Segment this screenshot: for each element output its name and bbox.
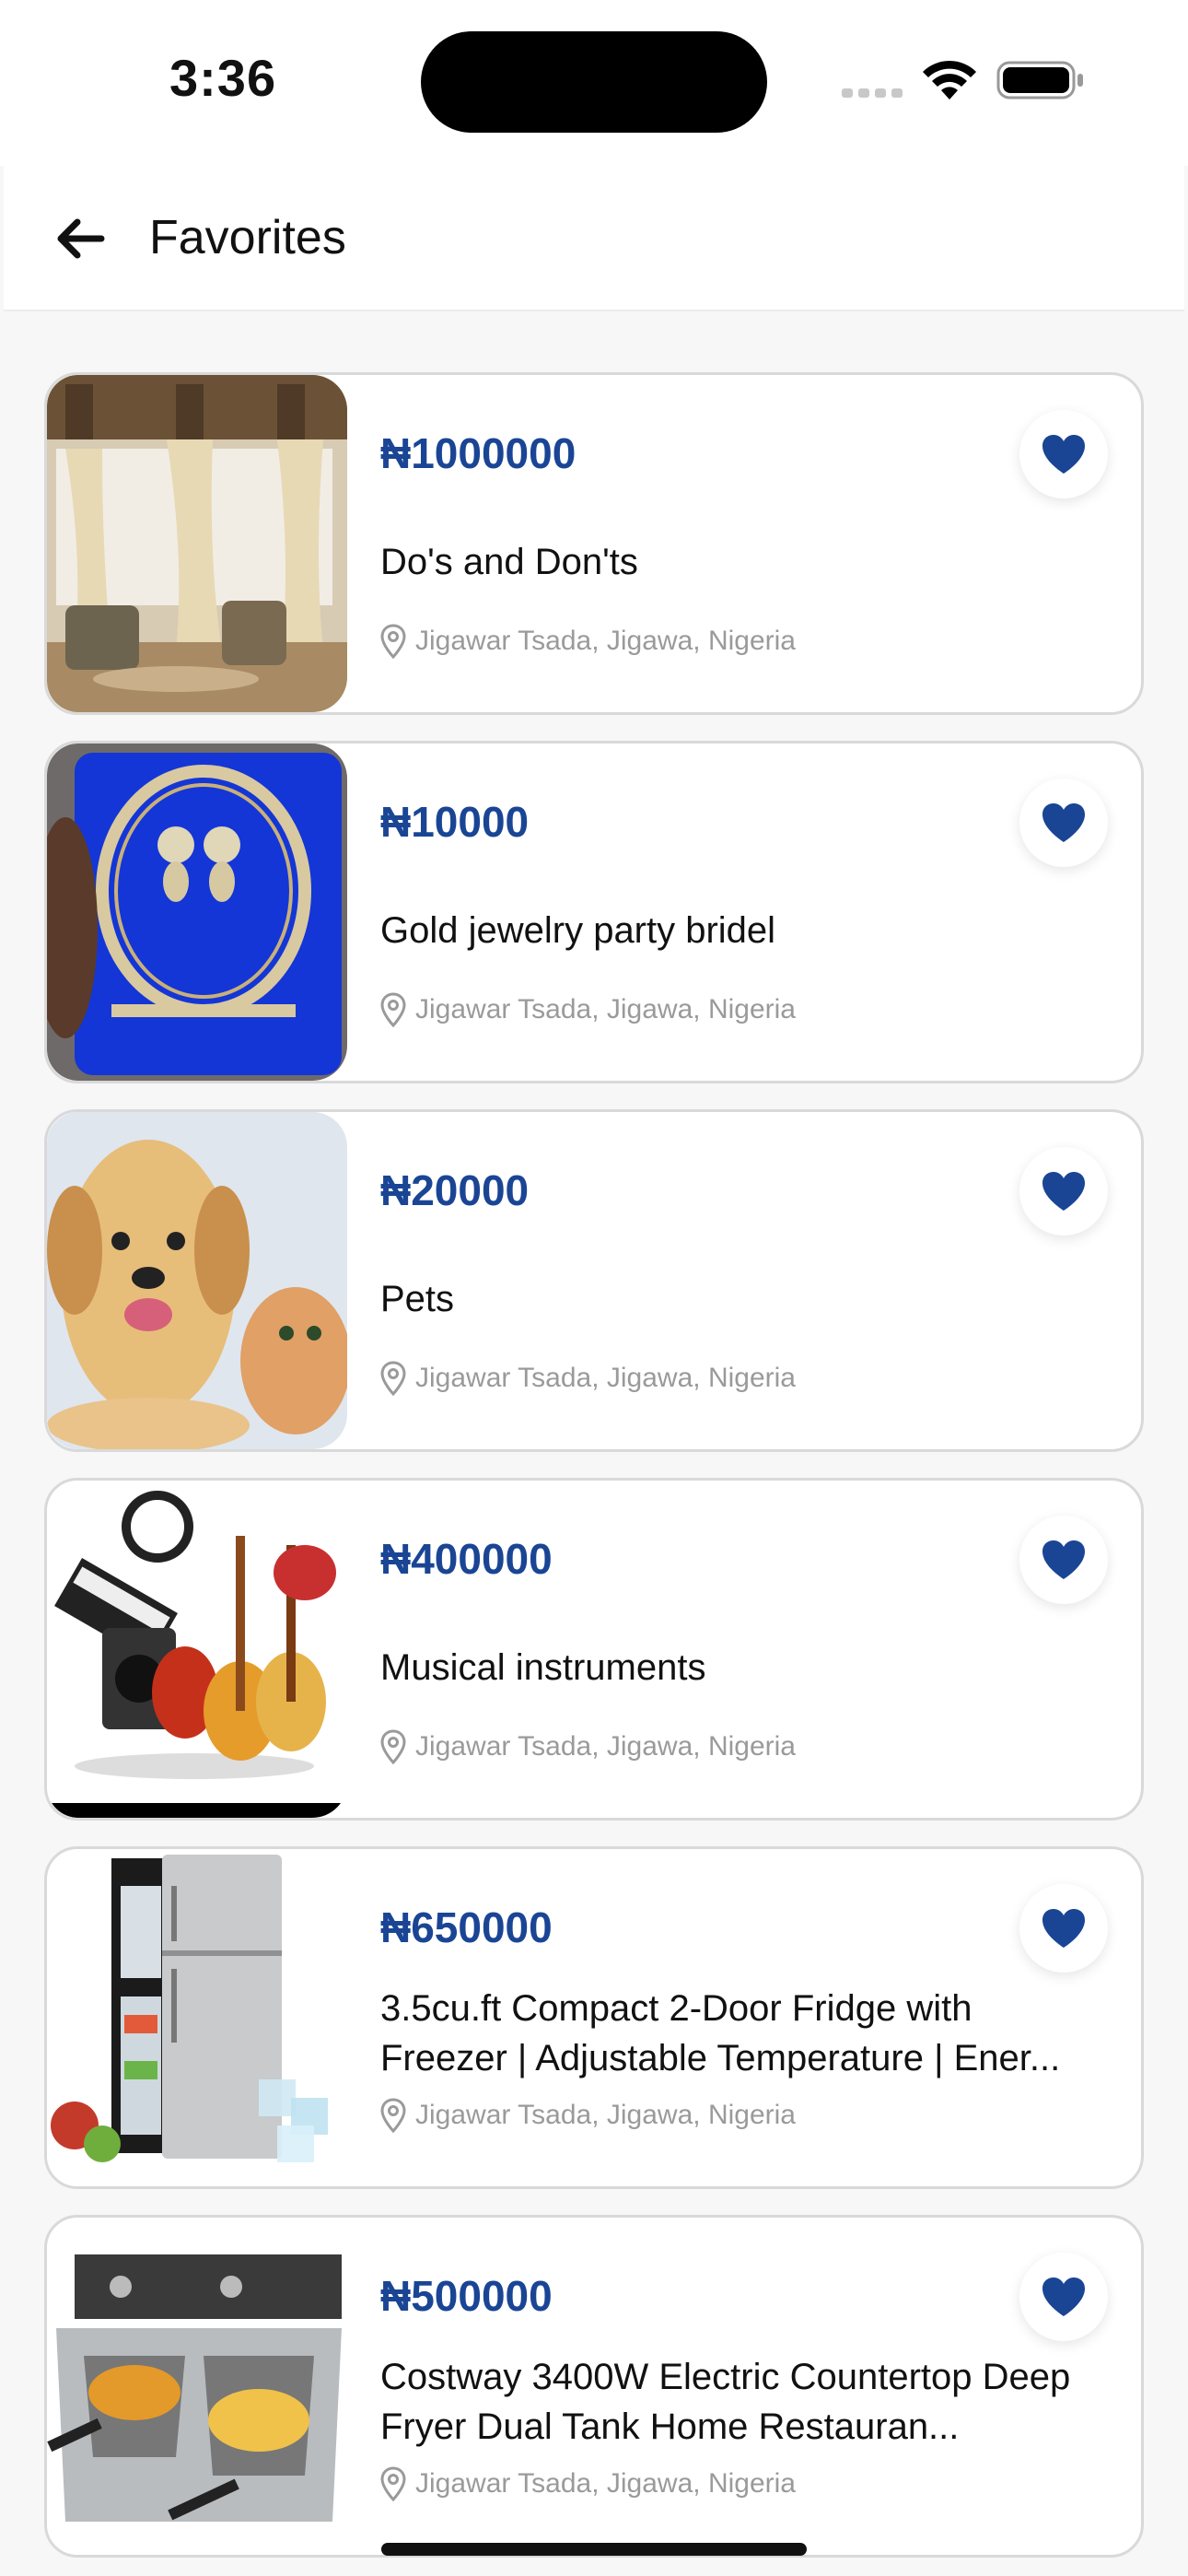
item-title: 3.5cu.ft Compact 2-Door Fridge with Free… bbox=[380, 1988, 1061, 2078]
favorite-toggle-button[interactable] bbox=[1019, 1147, 1108, 1235]
location-text: Jigawar Tsada, Jigawa, Nigeria bbox=[415, 994, 796, 1025]
favorite-toggle-button[interactable] bbox=[1019, 2253, 1108, 2341]
location-pin-icon bbox=[380, 992, 406, 1027]
product-image[interactable] bbox=[47, 375, 347, 712]
product-image[interactable] bbox=[47, 1112, 347, 1449]
favorite-card[interactable]: ₦650000 3.5cu.ft Compact 2-Door Fridge w… bbox=[44, 1846, 1144, 2189]
location-text: Jigawar Tsada, Jigawa, Nigeria bbox=[415, 1363, 796, 1393]
location-pin-icon bbox=[380, 2098, 406, 2133]
item-location: Jigawar Tsada, Jigawa, Nigeria bbox=[380, 2466, 796, 2501]
item-location: Jigawar Tsada, Jigawa, Nigeria bbox=[380, 992, 796, 1027]
item-location: Jigawar Tsada, Jigawa, Nigeria bbox=[380, 2098, 796, 2133]
product-image[interactable] bbox=[47, 1481, 347, 1818]
product-image[interactable] bbox=[47, 2218, 347, 2555]
status-bar: 3:36 bbox=[0, 0, 1188, 166]
page-title: Favorites bbox=[149, 211, 346, 264]
item-price: ₦1000000 bbox=[380, 429, 577, 477]
location-text: Jigawar Tsada, Jigawa, Nigeria bbox=[415, 626, 796, 656]
item-title: Costway 3400W Electric Countertop Deep F… bbox=[380, 2357, 1071, 2447]
location-text: Jigawar Tsada, Jigawa, Nigeria bbox=[415, 1731, 796, 1762]
item-title: Pets bbox=[380, 1279, 455, 1319]
item-location: Jigawar Tsada, Jigawa, Nigeria bbox=[380, 1729, 796, 1764]
home-indicator[interactable] bbox=[381, 2543, 807, 2556]
item-price: ₦500000 bbox=[380, 2272, 553, 2320]
location-pin-icon bbox=[380, 1729, 406, 1764]
favorite-card[interactable]: ₦10000 Gold jewelry party bridel Jigawar… bbox=[44, 741, 1144, 1083]
heart-filled-icon bbox=[1042, 2277, 1085, 2316]
favorite-card[interactable]: ₦20000 Pets Jigawar Tsada, Jigawa, Niger… bbox=[44, 1109, 1144, 1452]
favorite-toggle-button[interactable] bbox=[1019, 779, 1108, 867]
back-button[interactable] bbox=[48, 206, 112, 271]
battery-icon bbox=[996, 61, 1083, 100]
item-title: Gold jewelry party bridel bbox=[380, 910, 776, 951]
location-pin-icon bbox=[380, 1361, 406, 1396]
heart-filled-icon bbox=[1042, 435, 1085, 474]
item-price: ₦650000 bbox=[380, 1903, 553, 1951]
heart-filled-icon bbox=[1042, 1540, 1085, 1579]
location-text: Jigawar Tsada, Jigawa, Nigeria bbox=[415, 2100, 796, 2130]
favorite-toggle-button[interactable] bbox=[1019, 410, 1108, 498]
item-location: Jigawar Tsada, Jigawa, Nigeria bbox=[380, 1361, 796, 1396]
item-title: Do's and Don'ts bbox=[380, 542, 638, 582]
wifi-icon bbox=[923, 60, 976, 100]
favorite-toggle-button[interactable] bbox=[1019, 1516, 1108, 1604]
item-price: ₦20000 bbox=[380, 1166, 530, 1214]
favorite-toggle-button[interactable] bbox=[1019, 1884, 1108, 1973]
location-pin-icon bbox=[380, 2466, 406, 2501]
heart-filled-icon bbox=[1042, 803, 1085, 842]
heart-filled-icon bbox=[1042, 1909, 1085, 1948]
location-pin-icon bbox=[380, 624, 406, 659]
favorite-card[interactable]: ₦500000 Costway 3400W Electric Counterto… bbox=[44, 2215, 1144, 2558]
item-location: Jigawar Tsada, Jigawa, Nigeria bbox=[380, 624, 796, 659]
status-time: 3:36 bbox=[169, 49, 277, 107]
dynamic-island bbox=[421, 31, 767, 133]
item-title: Musical instruments bbox=[380, 1647, 706, 1688]
heart-filled-icon bbox=[1042, 1172, 1085, 1211]
favorite-card[interactable]: ₦400000 Musical instruments Jigawar Tsad… bbox=[44, 1478, 1144, 1821]
product-image[interactable] bbox=[47, 1849, 347, 2186]
cellular-signal-icon bbox=[842, 88, 903, 98]
favorite-card[interactable]: ₦1000000 Do's and Don'ts Jigawar Tsada, … bbox=[44, 372, 1144, 715]
arrow-left-icon bbox=[57, 218, 105, 259]
product-image[interactable] bbox=[47, 744, 347, 1081]
item-price: ₦400000 bbox=[380, 1535, 553, 1583]
app-header: Favorites bbox=[4, 166, 1184, 311]
item-price: ₦10000 bbox=[380, 798, 530, 846]
location-text: Jigawar Tsada, Jigawa, Nigeria bbox=[415, 2468, 796, 2499]
